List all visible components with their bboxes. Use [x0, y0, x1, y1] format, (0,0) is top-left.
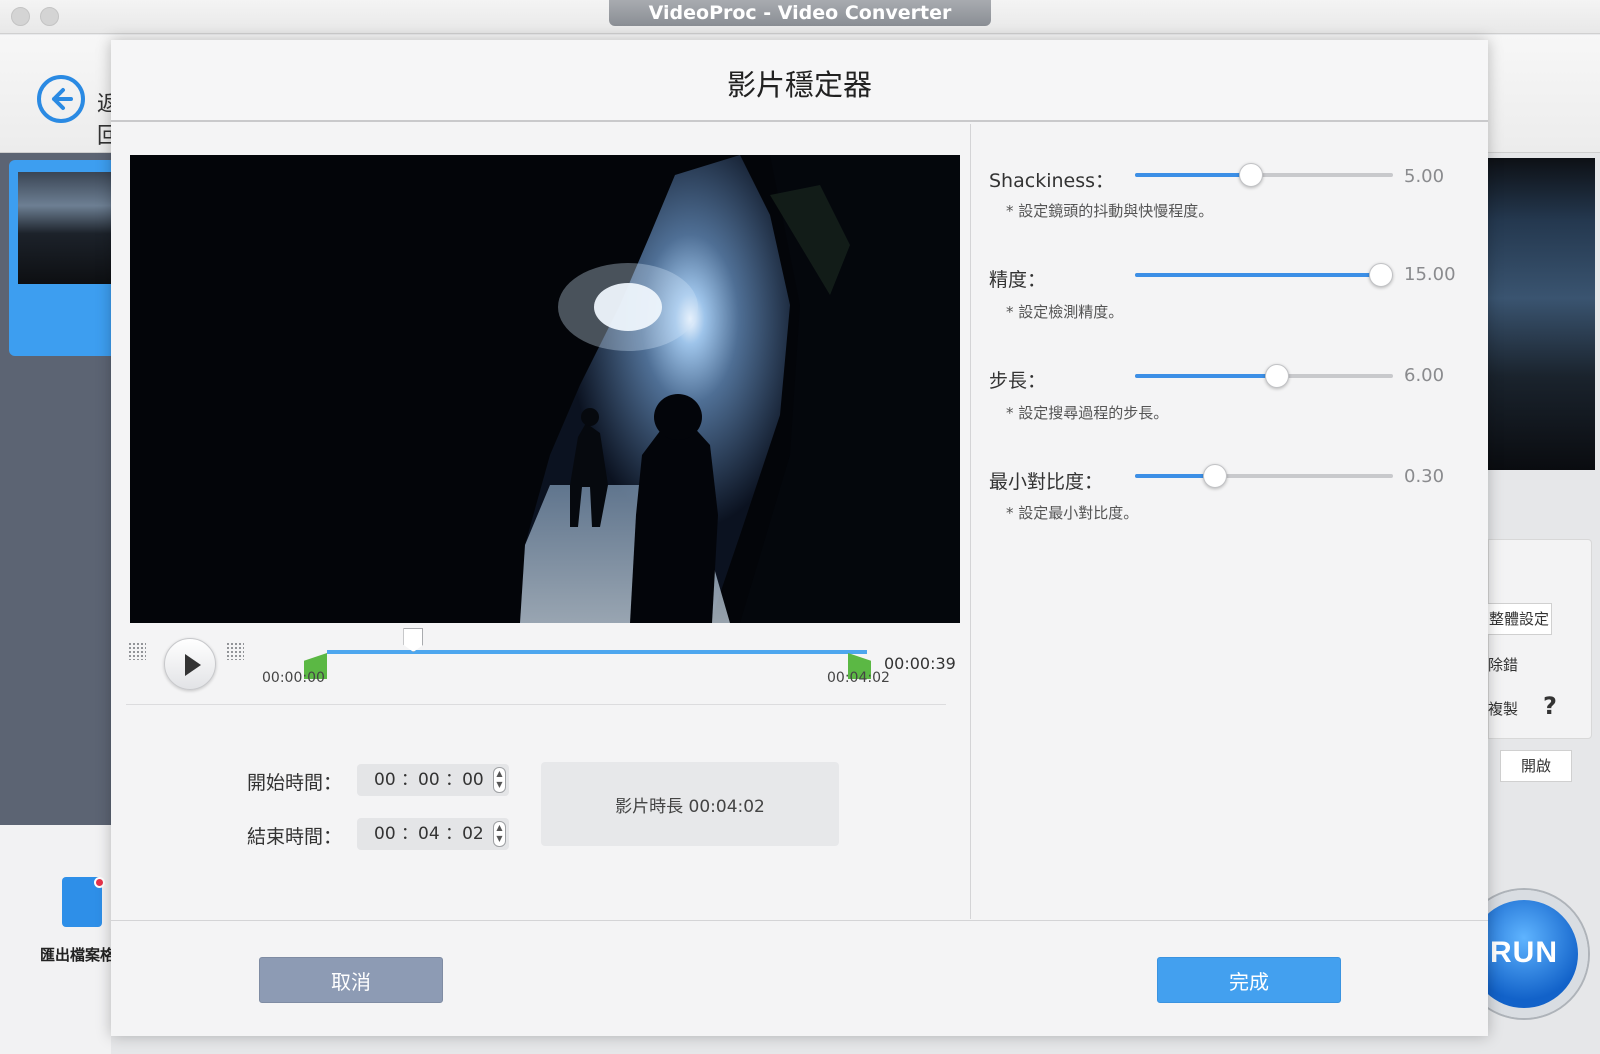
help-icon[interactable]: ? [1543, 692, 1557, 720]
accuracy-slider-knob[interactable] [1369, 263, 1394, 287]
shackiness-label: Shackiness： [989, 170, 1115, 192]
file-thumbnail[interactable] [18, 172, 111, 284]
open-folder-button[interactable]: 開啟 [1500, 750, 1572, 782]
copy-option[interactable]: 複製 [1488, 698, 1528, 719]
min-contrast-description: * 設定最小對比度。 [1006, 504, 1139, 522]
accuracy-description: * 設定檢測精度。 [1006, 303, 1124, 321]
shackiness-value: 5.00 [1404, 166, 1445, 187]
start-time-label: 開始時間： [247, 772, 343, 794]
window-close-button[interactable] [11, 7, 30, 26]
bottom-toolbar [0, 825, 111, 1054]
window-titlebar: VideoProc - Video Converter [0, 0, 1600, 34]
accuracy-label: 精度： [989, 269, 1047, 291]
start-time-field[interactable]: 00 ：00 ：00 ▲ ▼ [357, 764, 509, 796]
stepsize-label: 步長： [989, 370, 1047, 392]
accuracy-slider-fill [1135, 273, 1382, 277]
dialog-title: 影片穩定器 [726, 68, 872, 102]
stepsize-slider-fill [1135, 374, 1277, 378]
left-grip-icon [128, 642, 146, 660]
start-time-stepper[interactable]: ▲ ▼ [493, 767, 506, 793]
back-label[interactable]: 返回 [97, 86, 111, 150]
window-minimize-button[interactable] [40, 7, 59, 26]
stepsize-slider-knob[interactable] [1264, 364, 1289, 388]
accuracy-value: 15.00 [1404, 264, 1456, 285]
play-button[interactable] [164, 638, 216, 690]
panel-divider [970, 124, 971, 919]
back-arrow-icon[interactable] [37, 75, 85, 123]
shackiness-slider-fill [1135, 173, 1252, 177]
accuracy-slider[interactable] [1135, 263, 1394, 287]
run-button[interactable]: RUN [1482, 888, 1590, 1024]
notification-dot [94, 877, 105, 888]
end-time-label: 結束時間： [247, 826, 343, 848]
end-time-stepper[interactable]: ▲ ▼ [493, 821, 506, 847]
run-label: RUN [1482, 890, 1588, 1018]
shackiness-slider[interactable] [1135, 163, 1393, 187]
min-contrast-slider[interactable] [1135, 464, 1393, 488]
right-grip-icon [226, 642, 244, 660]
timeline-end-time: 00:04:02 [827, 670, 890, 686]
timeline-divider [126, 704, 946, 705]
end-time-value: 00 ：04 ：02 [374, 824, 484, 844]
done-button[interactable]: 完成 [1157, 957, 1341, 1003]
preview-thumbnail [1488, 158, 1595, 470]
export-format-label[interactable]: 匯出檔案格式 [40, 944, 111, 965]
video-duration: 影片時長 00:04:02 [615, 797, 765, 817]
stepsize-value: 6.00 [1404, 365, 1445, 386]
global-settings-button[interactable]: 整體設定 [1488, 603, 1552, 635]
timeline-start-time: 00:00:00 [262, 670, 325, 686]
stabilizer-dialog: 影片穩定器 00:00:00 00:04:02 00:00:39 開始時間： 0… [111, 40, 1488, 1036]
end-time-field[interactable]: 00 ：04 ：02 ▲ ▼ [357, 818, 509, 850]
shackiness-description: * 設定鏡頭的抖動與快慢程度。 [1006, 202, 1214, 220]
min-contrast-label: 最小對比度： [989, 471, 1104, 493]
current-time: 00:00:39 [884, 654, 956, 673]
play-icon [185, 654, 201, 676]
window-title: VideoProc - Video Converter [609, 0, 991, 26]
min-contrast-slider-knob[interactable] [1202, 464, 1227, 488]
footer-divider [111, 920, 1488, 921]
playhead-marker[interactable] [403, 628, 424, 652]
video-preview[interactable] [130, 155, 960, 623]
duration-box: 影片時長 00:04:02 [541, 762, 839, 846]
min-contrast-value: 0.30 [1404, 466, 1445, 487]
deinterlace-option[interactable]: 除錯 [1488, 654, 1518, 675]
start-time-value: 00 ：00 ：00 [374, 770, 484, 790]
shackiness-slider-knob[interactable] [1239, 163, 1264, 187]
cancel-button[interactable]: 取消 [259, 957, 443, 1003]
stepsize-slider[interactable] [1135, 364, 1393, 388]
dialog-header: 影片穩定器 [111, 40, 1488, 122]
stepsize-description: * 設定搜尋過程的步長。 [1006, 404, 1169, 422]
timeline-track[interactable] [327, 650, 867, 654]
